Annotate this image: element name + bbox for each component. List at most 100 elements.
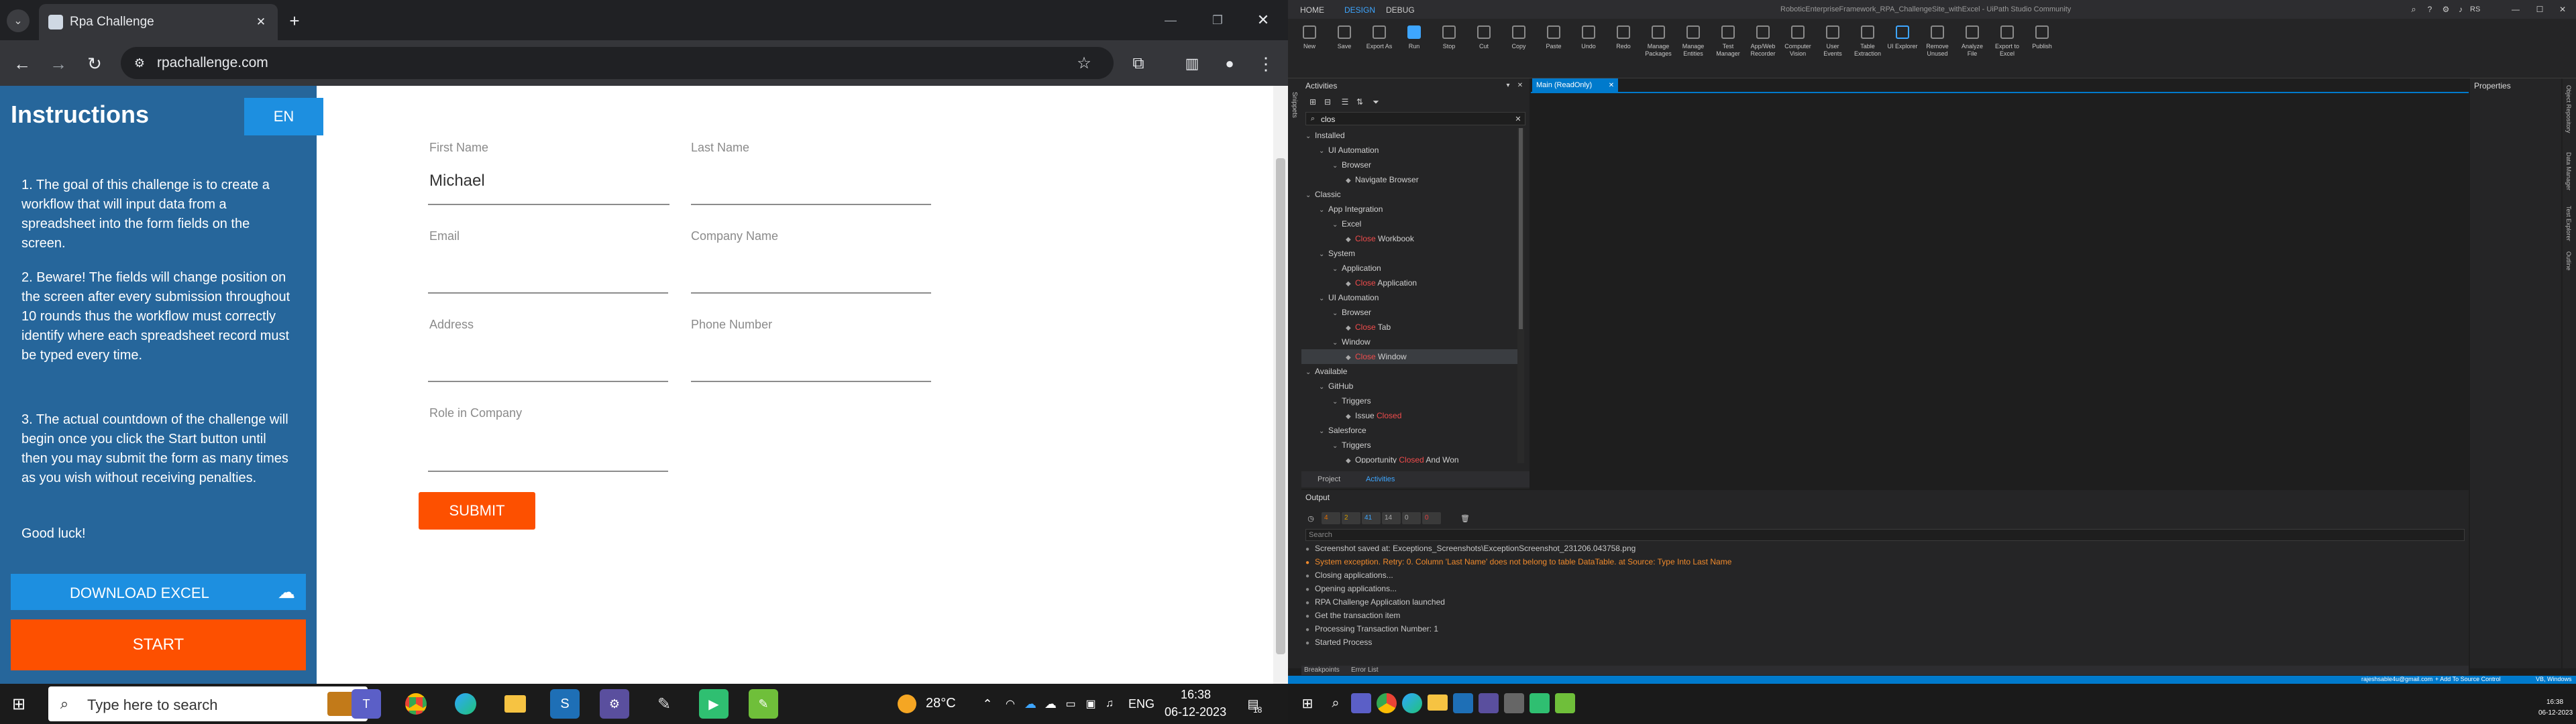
output-line[interactable]: ● Get the transaction item: [1305, 611, 1400, 623]
close-window-icon[interactable]: ✕: [1246, 7, 1280, 34]
publish-button[interactable]: Publish: [2026, 23, 2058, 66]
document-tab-close-icon[interactable]: ✕: [1606, 80, 1617, 90]
paste-button[interactable]: Paste: [1538, 23, 1570, 66]
clear-output-icon[interactable]: 🗑: [1460, 513, 1470, 524]
tree-node[interactable]: ⌄ Triggers: [1301, 438, 1517, 452]
output-line[interactable]: ● Screenshot saved at: Exceptions_Screens…: [1305, 544, 1635, 556]
volume-icon[interactable]: ♫: [1102, 695, 1118, 713]
trace-count-toggle[interactable]: 14: [1382, 512, 1401, 524]
clock-icon[interactable]: ◷: [1305, 513, 1316, 524]
side-panel-icon[interactable]: ▥: [1181, 52, 1203, 75]
notification-icon[interactable]: ♪: [2454, 3, 2467, 16]
tree-node[interactable]: ⌄ Application: [1301, 261, 1517, 276]
address-input[interactable]: [429, 350, 668, 370]
filter-icon[interactable]: ⏷: [1370, 96, 1382, 108]
assistant-icon[interactable]: ▶: [699, 689, 729, 719]
error-list-tab[interactable]: Error List: [1351, 666, 1379, 674]
search-icon[interactable]: ⌕: [2407, 3, 2420, 16]
windows-start-icon[interactable]: ⊞: [5, 690, 32, 717]
output-line[interactable]: ● Started Process: [1305, 638, 1372, 650]
table-extraction-button[interactable]: Table Extraction: [1851, 23, 1884, 66]
extensions-icon[interactable]: ⧉: [1127, 52, 1150, 75]
warning-count-toggle[interactable]: 2: [1342, 512, 1360, 524]
document-tab[interactable]: Main (ReadOnly) ✕: [1532, 78, 1618, 92]
start-button[interactable]: START: [11, 619, 306, 670]
user-initials[interactable]: RS: [2470, 5, 2480, 13]
studio-icon-2[interactable]: [1453, 693, 1473, 713]
back-icon[interactable]: ←: [11, 52, 34, 75]
cut-button[interactable]: Cut: [1468, 23, 1500, 66]
analyze-file-button[interactable]: Analyze File: [1956, 23, 1988, 66]
verbose-count-toggle[interactable]: 0: [1402, 512, 1421, 524]
search-icon-2[interactable]: ⌕: [1326, 693, 1346, 713]
list-view-icon[interactable]: ☰: [1339, 96, 1351, 108]
download-excel-button[interactable]: DOWNLOAD EXCEL ☁: [11, 574, 306, 610]
explorer-icon-2[interactable]: [1428, 695, 1448, 711]
export-to-excel-button[interactable]: Export to Excel: [1991, 23, 2023, 66]
tree-scrollbar[interactable]: [1517, 128, 1524, 463]
page-scrollbar[interactable]: [1273, 86, 1288, 684]
redo-button[interactable]: Redo: [1607, 23, 1640, 66]
clock-date-2[interactable]: 06-12-2023: [2538, 709, 2573, 717]
first-name-input[interactable]: Michael: [429, 172, 668, 192]
tree-node[interactable]: ⌄ Available: [1301, 364, 1517, 379]
expand-all-icon[interactable]: ⊞: [1307, 96, 1319, 108]
paint-icon[interactable]: ✎: [649, 689, 679, 719]
sort-icon[interactable]: ⇅: [1354, 96, 1366, 108]
orchestrator-icon-2[interactable]: [1479, 693, 1499, 713]
tree-node[interactable]: ⌄ Classic: [1301, 187, 1517, 202]
clear-search-icon[interactable]: ✕: [1513, 113, 1523, 124]
chrome-icon-2[interactable]: [1377, 693, 1397, 713]
activities-tab[interactable]: Activities: [1366, 475, 1395, 483]
site-info-icon[interactable]: ⚙: [130, 54, 149, 72]
studio-minimize-icon[interactable]: —: [2508, 3, 2524, 16]
help-icon[interactable]: ?: [2423, 3, 2436, 16]
temperature[interactable]: 28°C: [926, 696, 956, 711]
remove-unused-button[interactable]: Remove Unused: [1921, 23, 1953, 66]
clock-date[interactable]: 06-12-2023: [1165, 705, 1226, 719]
onedrive-icon[interactable]: ☁: [1042, 695, 1059, 713]
teams-icon[interactable]: T: [352, 689, 381, 719]
computer-vision-button[interactable]: Computer Vision: [1782, 23, 1814, 66]
copy-button[interactable]: Copy: [1503, 23, 1535, 66]
studio-taskbar-icon[interactable]: S: [550, 689, 580, 719]
undo-button[interactable]: Undo: [1572, 23, 1605, 66]
battery-icon[interactable]: ▭: [1063, 695, 1079, 713]
new-button[interactable]: New: [1293, 23, 1326, 66]
output-line[interactable]: ● Processing Transaction Number: 1: [1305, 624, 1438, 636]
activities-close-icon[interactable]: ✕: [1515, 80, 1525, 90]
tree-node[interactable]: ◆ Close Tab: [1301, 320, 1517, 335]
email-input[interactable]: [429, 261, 668, 282]
notepad-icon[interactable]: ✎: [749, 689, 778, 719]
profile-icon[interactable]: ●: [1218, 52, 1241, 75]
tree-node[interactable]: ⌄ Browser: [1301, 158, 1517, 172]
menu-tab-home[interactable]: HOME: [1300, 5, 1324, 15]
manage-entities-button[interactable]: Manage Entities: [1677, 23, 1709, 66]
submit-button[interactable]: SUBMIT: [419, 492, 535, 530]
test-explorer-tab[interactable]: Test Explorer: [2565, 206, 2572, 241]
tree-scrollbar-thumb[interactable]: [1519, 128, 1523, 329]
output-line[interactable]: ● RPA Challenge Application launched: [1305, 597, 1445, 609]
tree-node[interactable]: ◆ Close Window: [1301, 349, 1517, 364]
wifi-icon[interactable]: ◠: [1002, 695, 1018, 713]
last-name-input[interactable]: [691, 172, 930, 192]
tree-node[interactable]: ⌄ Browser: [1301, 305, 1517, 320]
tree-node[interactable]: ◆ Close Application: [1301, 276, 1517, 290]
menu-tab-debug[interactable]: DEBUG: [1386, 5, 1415, 15]
project-tab[interactable]: Project: [1318, 475, 1340, 483]
output-search-box[interactable]: Search: [1305, 529, 2465, 541]
phone-number-input[interactable]: [691, 350, 930, 370]
output-line[interactable]: ● Opening applications...: [1305, 584, 1397, 596]
menu-tab-design[interactable]: DESIGN: [1344, 5, 1375, 15]
omnibox[interactable]: ⚙ rpachallenge.com ☆: [121, 47, 1114, 79]
edge-icon[interactable]: [451, 689, 480, 719]
tree-node[interactable]: ⌄ Window: [1301, 335, 1517, 349]
stop-button[interactable]: Stop: [1433, 23, 1465, 66]
output-line[interactable]: ● Closing applications...: [1305, 570, 1393, 583]
paint-icon-2[interactable]: [1504, 693, 1524, 713]
tree-node[interactable]: ◆ Issue Closed: [1301, 408, 1517, 423]
user-events-button[interactable]: User Events: [1817, 23, 1849, 66]
collapse-all-icon[interactable]: ⊟: [1322, 96, 1334, 108]
cloud-icon[interactable]: ☁: [1022, 695, 1038, 713]
error-count-toggle[interactable]: 4: [1322, 512, 1340, 524]
